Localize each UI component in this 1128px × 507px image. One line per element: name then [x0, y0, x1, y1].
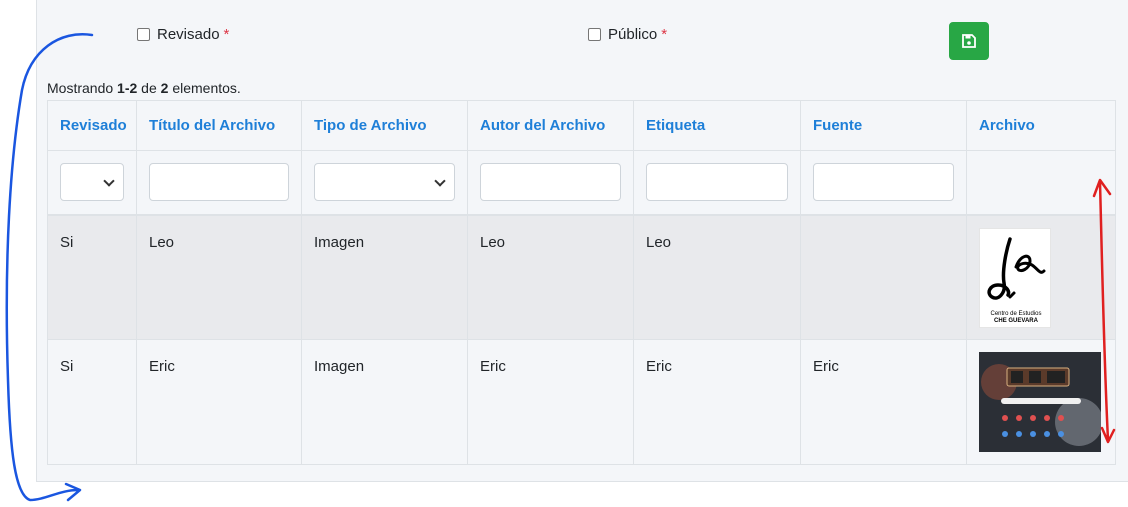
chevron-down-icon [103, 175, 115, 187]
chevron-down-icon [434, 175, 446, 187]
cell-revisado: Si [47, 214, 137, 340]
required-marker: * [661, 26, 668, 43]
cell-etiqueta: Eric [633, 339, 801, 465]
cell-tipo: Imagen [301, 339, 468, 465]
save-button[interactable] [949, 22, 989, 60]
filter-revisado-select[interactable] [60, 163, 124, 202]
cell-titulo: Eric [136, 339, 302, 465]
required-marker: * [223, 26, 230, 43]
cell-autor: Leo [467, 214, 634, 340]
filter-etiqueta-input[interactable] [646, 163, 788, 202]
cell-autor: Eric [467, 339, 634, 465]
revisado-checkbox-group[interactable]: Revisado * [137, 26, 229, 43]
filter-archivo-empty [966, 150, 1116, 216]
table-row: Si Eric Imagen Eric Eric Eric [47, 339, 1116, 465]
cell-etiqueta: Leo [633, 214, 801, 340]
results-summary: Mostrando 1-2 de 2 elementos. [47, 80, 241, 96]
header-etiqueta[interactable]: Etiqueta [633, 100, 801, 151]
filter-row [47, 150, 1116, 216]
revisado-label: Revisado [157, 26, 220, 43]
file-thumbnail[interactable] [979, 352, 1101, 452]
publico-checkbox[interactable] [588, 28, 601, 41]
filter-autor-input[interactable] [480, 163, 621, 202]
header-tipo[interactable]: Tipo de Archivo [301, 100, 468, 151]
save-icon [962, 34, 976, 48]
filter-fuente-input[interactable] [813, 163, 954, 202]
thumbnail-caption: Centro de Estudios CHE GUEVARA [990, 310, 1042, 324]
publico-checkbox-group[interactable]: Público * [588, 26, 667, 43]
files-table: Revisado Título del Archivo Tipo de Arch… [47, 100, 1116, 465]
cell-fuente [800, 214, 967, 340]
cell-archivo [966, 339, 1116, 465]
publico-label: Público [608, 26, 658, 43]
revisado-checkbox[interactable] [137, 28, 150, 41]
signature-logo-image [987, 236, 1046, 300]
table-header-row: Revisado Título del Archivo Tipo de Arch… [47, 100, 1116, 151]
header-archivo: Archivo [966, 100, 1116, 151]
cell-revisado: Si [47, 339, 137, 465]
screenshot-thumbnail-image [979, 352, 1101, 452]
header-revisado[interactable]: Revisado [47, 100, 137, 151]
file-thumbnail[interactable]: Centro de Estudios CHE GUEVARA [979, 227, 1051, 328]
header-titulo[interactable]: Título del Archivo [136, 100, 302, 151]
cell-tipo: Imagen [301, 214, 468, 340]
cell-archivo: Centro de Estudios CHE GUEVARA [966, 214, 1116, 340]
filter-titulo-input[interactable] [149, 163, 289, 202]
header-autor[interactable]: Autor del Archivo [467, 100, 634, 151]
header-fuente[interactable]: Fuente [800, 100, 967, 151]
filter-tipo-select[interactable] [314, 163, 455, 202]
cell-fuente: Eric [800, 339, 967, 465]
table-row: Si Leo Imagen Leo Leo Centro de Estudios… [47, 214, 1116, 340]
cell-titulo: Leo [136, 214, 302, 340]
